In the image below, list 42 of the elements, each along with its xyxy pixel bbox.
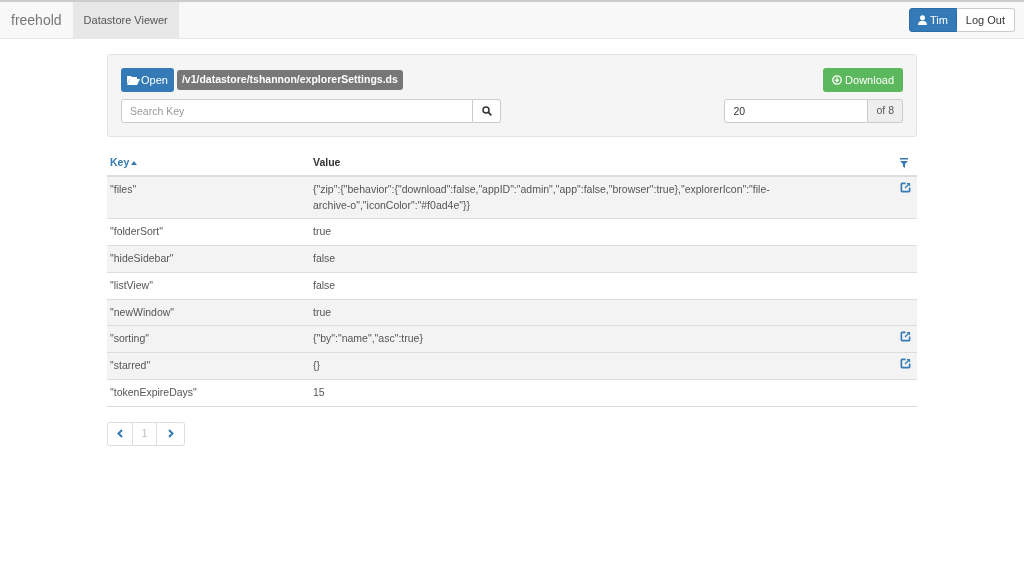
chevron-left-icon xyxy=(117,429,123,438)
key-cell: "files" xyxy=(107,175,310,219)
key-cell: "folderSort" xyxy=(107,218,310,246)
key-cell: "hideSidebar" xyxy=(107,245,310,273)
file-path-label: /v1/datastore/tshannon/explorerSettings.ds xyxy=(176,70,403,90)
value-cell: {"by":"name","asc":true} xyxy=(310,325,897,353)
user-button[interactable]: Tim xyxy=(908,8,957,32)
folder-icon xyxy=(127,75,140,85)
external-link-icon[interactable] xyxy=(900,181,911,193)
key-cell: "sorting" xyxy=(107,325,310,353)
value-cell: false xyxy=(310,245,897,273)
key-cell: "tokenExpireDays" xyxy=(107,379,310,406)
key-cell: "starred" xyxy=(107,352,310,380)
search-icon xyxy=(481,106,492,116)
value-cell: true xyxy=(310,299,897,326)
value-cell: 15 xyxy=(310,379,897,406)
column-header[interactable]: Key xyxy=(107,151,310,176)
page-count-label: of 8 xyxy=(868,99,903,123)
previous-page-button[interactable] xyxy=(107,421,133,446)
value-cell: {"zip":{"behavior":{"download":false,"appID":"admin","app":false,"browser":true},"explorerIcon":"file-archive-o","iconColor":"#f0ad4e"}} xyxy=(310,175,897,219)
user-icon xyxy=(917,15,927,25)
column-header: Value xyxy=(310,151,897,176)
key-cell: "listView" xyxy=(107,272,310,299)
brand[interactable]: freehold xyxy=(0,2,73,38)
download-icon xyxy=(832,75,843,85)
download-button[interactable]: Download xyxy=(823,68,903,92)
open-button[interactable]: Open xyxy=(121,68,174,92)
search-button[interactable] xyxy=(473,99,501,123)
external-link-icon[interactable] xyxy=(900,358,911,369)
value-cell: false xyxy=(310,272,897,299)
external-link-icon[interactable] xyxy=(900,331,911,343)
next-page-button[interactable] xyxy=(157,421,185,446)
value-cell: {} xyxy=(310,352,897,380)
page-size-field[interactable]: 20 xyxy=(724,99,869,123)
filter-icon[interactable] xyxy=(900,157,908,168)
value-cell: true xyxy=(310,218,897,246)
search-field[interactable]: Search Key xyxy=(121,99,473,123)
chevron-right-icon xyxy=(167,429,174,438)
nav-tab[interactable]: Datastore Viewer xyxy=(72,2,179,38)
sort-ascending-icon xyxy=(131,161,138,166)
logout-button[interactable]: Log Out xyxy=(956,8,1015,32)
key-cell: "newWindow" xyxy=(107,299,310,326)
